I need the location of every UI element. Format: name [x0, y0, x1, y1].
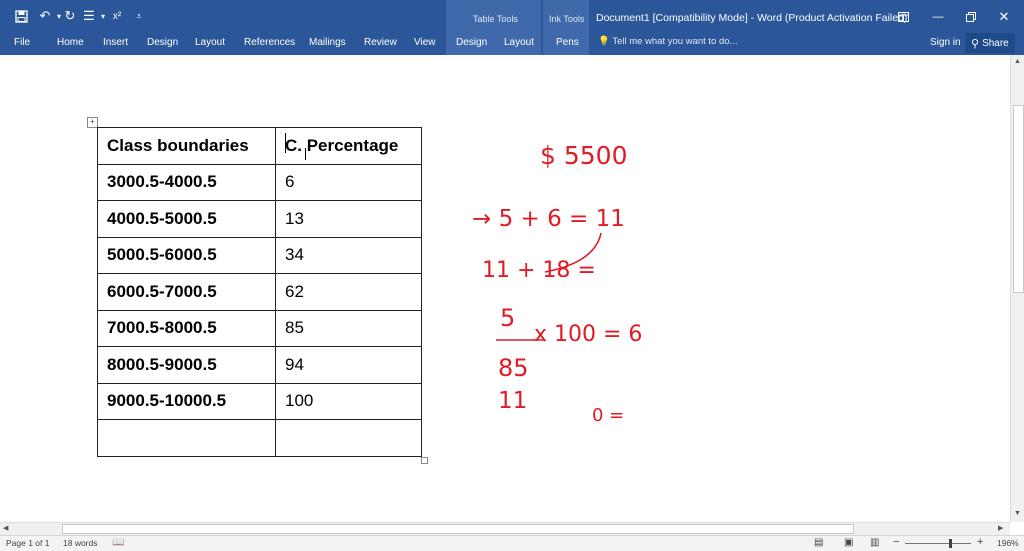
class-boundary-cell[interactable]: 4000.5-5000.5 [97, 200, 276, 238]
table-row: 6000.5-7000.5 62 [97, 273, 422, 311]
horizontal-scroll-thumb[interactable] [62, 524, 854, 534]
zoom-slider[interactable] [905, 543, 971, 544]
web-layout-icon[interactable]: ▥ [870, 537, 879, 548]
minimize-icon[interactable]: — [928, 9, 948, 25]
table-row: 9000.5-10000.5 100 [97, 382, 422, 420]
sign-in-link[interactable]: Sign in [930, 37, 961, 48]
percentage-cell[interactable]: 85 [275, 309, 422, 347]
zoom-in-icon[interactable]: + [977, 536, 983, 548]
word-count[interactable]: 18 words [63, 538, 98, 548]
table-row [97, 419, 422, 457]
horizontal-scrollbar[interactable]: ◀ ▶ [0, 522, 1010, 535]
print-layout-icon[interactable]: ▣ [844, 537, 853, 548]
data-table[interactable]: Class boundaries C. Percentage 3000.5-4000… [97, 127, 422, 457]
percentage-cell[interactable]: 34 [275, 236, 422, 274]
i-beam-pointer-icon [305, 148, 312, 160]
text-cursor [285, 133, 286, 153]
percentage-cell[interactable]: 94 [275, 346, 422, 384]
table-resize-handle-icon[interactable] [421, 457, 428, 464]
tell-me-box[interactable]: 💡 Tell me what you want to do... [598, 36, 737, 47]
class-boundary-cell[interactable]: 8000.5-9000.5 [97, 346, 276, 384]
share-button[interactable]: ⚲ Share [965, 33, 1015, 53]
tab-table-design[interactable]: Design [456, 37, 487, 48]
tab-pens[interactable]: Pens [556, 37, 579, 48]
class-boundary-cell[interactable]: 6000.5-7000.5 [97, 273, 276, 311]
save-icon[interactable] [12, 7, 30, 25]
table-row: 7000.5-8000.5 85 [97, 309, 422, 347]
class-boundary-cell[interactable]: 7000.5-8000.5 [97, 309, 276, 347]
tell-me-text: Tell me what you want to do... [612, 36, 738, 47]
zoom-level[interactable]: 196% [997, 538, 1019, 548]
percentage-cell[interactable] [275, 419, 422, 457]
tab-table-layout[interactable]: Layout [504, 37, 534, 48]
class-boundary-cell[interactable]: 9000.5-10000.5 [97, 382, 276, 420]
superscript-icon[interactable]: x² [108, 7, 126, 25]
lightbulb-icon: 💡 [598, 36, 610, 47]
class-boundary-cell[interactable] [97, 419, 276, 457]
percentage-cell[interactable]: 13 [275, 200, 422, 238]
zoom-out-icon[interactable]: − [893, 536, 899, 548]
scroll-up-icon[interactable]: ▲ [1014, 58, 1021, 65]
tab-insert[interactable]: Insert [103, 37, 128, 48]
table-row: 8000.5-9000.5 94 [97, 346, 422, 384]
percentage-cell[interactable]: 6 [275, 163, 422, 201]
class-boundary-cell[interactable]: 5000.5-6000.5 [97, 236, 276, 274]
tab-references[interactable]: References [244, 37, 295, 48]
tab-layout[interactable]: Layout [195, 37, 225, 48]
zoom-slider-thumb[interactable] [949, 539, 952, 548]
proofing-icon[interactable]: 📖 [112, 537, 124, 548]
read-mode-icon[interactable]: ▤ [814, 537, 823, 548]
tab-home[interactable]: Home [57, 37, 84, 48]
ribbon-display-icon[interactable] [893, 9, 913, 25]
table-row: 3000.5-4000.5 6 [97, 163, 422, 201]
tab-file[interactable]: File [14, 37, 30, 48]
percentage-cell[interactable]: 100 [275, 382, 422, 420]
restore-icon[interactable] [961, 9, 981, 25]
scroll-down-icon[interactable]: ▼ [1014, 510, 1021, 517]
person-icon: ⚲ [971, 37, 980, 50]
tab-mailings[interactable]: Mailings [309, 37, 346, 48]
scroll-right-icon[interactable]: ▶ [998, 524, 1003, 532]
vertical-scroll-thumb[interactable] [1013, 105, 1024, 293]
table-header-row: Class boundaries C. Percentage [97, 127, 422, 165]
table-header-cell[interactable]: Class boundaries [97, 127, 276, 165]
scroll-left-icon[interactable]: ◀ [3, 524, 8, 532]
title-bar: Table Tools Ink Tools ↶ ▾ ↻ ☰ ▾ x² ⩡ Doc… [0, 0, 1024, 55]
vertical-scrollbar[interactable]: ▲ ▼ [1010, 55, 1024, 522]
share-label: Share [982, 37, 1009, 49]
ribbon-tabs: File Home Insert Design Layout Reference… [0, 32, 1024, 55]
page-count[interactable]: Page 1 of 1 [6, 538, 49, 548]
quick-access-toolbar: ↶ ▾ ↻ ☰ ▾ x² ⩡ Document1 [Compatibility … [0, 0, 1024, 32]
status-bar: Page 1 of 1 18 words 📖 ▤ ▣ ▥ − + 196% [0, 535, 1024, 551]
tab-view[interactable]: View [414, 37, 436, 48]
close-icon[interactable]: ✕ [994, 9, 1014, 25]
tab-design[interactable]: Design [147, 37, 178, 48]
tab-review[interactable]: Review [364, 37, 397, 48]
document-title: Document1 [Compatibility Mode] - Word (P… [596, 12, 908, 24]
table-header-cell[interactable]: C. Percentage [275, 127, 422, 165]
percentage-cell[interactable]: 62 [275, 273, 422, 311]
table-row: 5000.5-6000.5 34 [97, 236, 422, 274]
redo-icon[interactable]: ↻ [61, 7, 79, 25]
table-row: 4000.5-5000.5 13 [97, 200, 422, 238]
customize-qat-icon[interactable]: ⩡ [130, 7, 148, 25]
class-boundary-cell[interactable]: 3000.5-4000.5 [97, 163, 276, 201]
